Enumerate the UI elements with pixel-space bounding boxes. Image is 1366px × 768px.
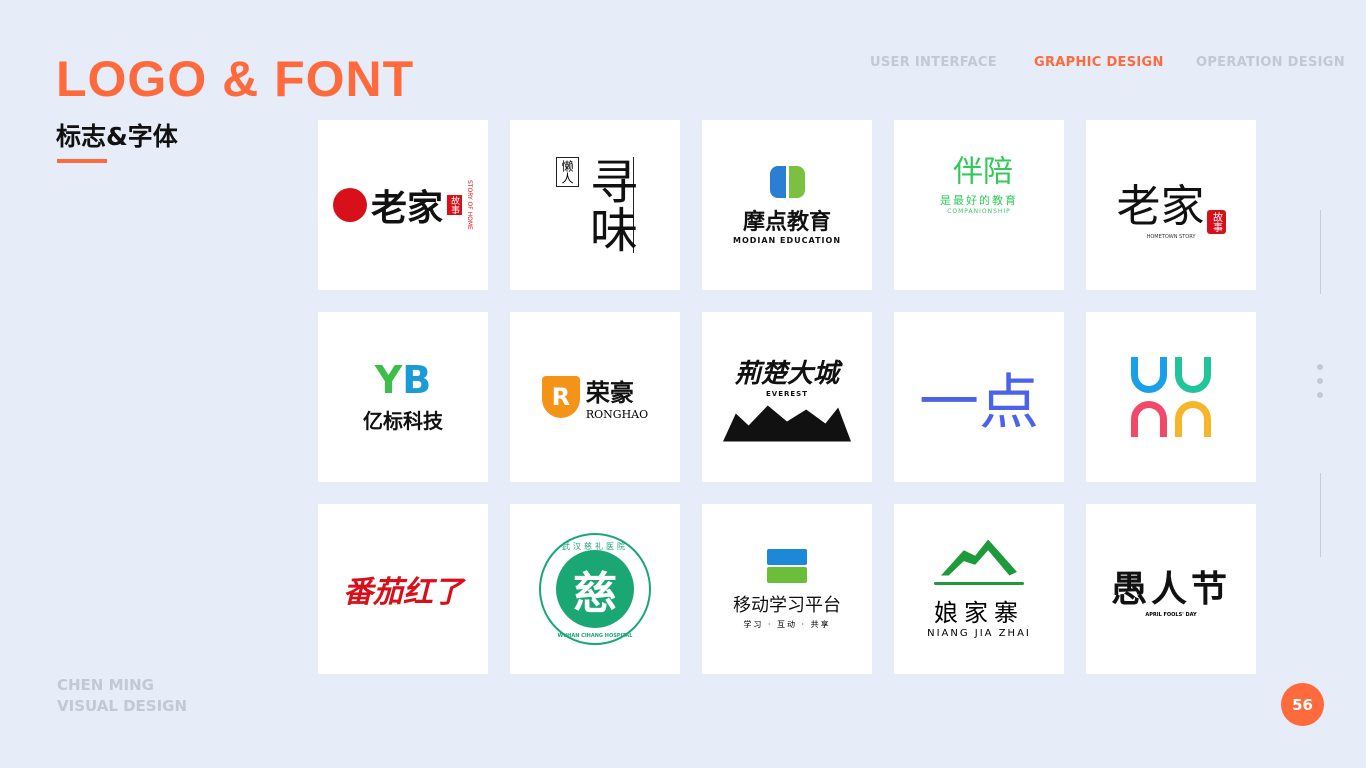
skyline-illustration: [723, 405, 851, 442]
logo-card-mobile-learning: 移动学习平台 学习 · 互动 · 共享: [702, 504, 872, 674]
logo-card-april-fools: 愚人节 APRIL FOOLS' DAY: [1086, 504, 1256, 674]
pager-dot[interactable]: [1317, 378, 1323, 384]
logo-card-jingchu: 荊楚大城 EVEREST: [702, 312, 872, 482]
logo-card-colorful: [1086, 312, 1256, 482]
title-underline: [57, 159, 107, 163]
logo-card-modian: 摩点教育 MODIAN EDUCATION: [702, 120, 872, 290]
water-wave: [934, 581, 1024, 585]
logo-card-niangjiazhai: 娘家寨 NIANG JIA ZHAI: [894, 504, 1064, 674]
nav-user-interface[interactable]: USER INTERFACE: [870, 55, 997, 70]
pager-dot[interactable]: [1317, 364, 1323, 370]
divider-bottom: [1320, 473, 1321, 557]
logo-card-companionship: 陪伴 是最好的教育 COMPANIONSHIP: [894, 120, 1064, 290]
logo-card-cihang-hospital: 武汉慈礼医院 慈 WUHAN CIHANG HOSPITAL: [510, 504, 680, 674]
page-number-badge: 56: [1281, 683, 1324, 726]
logo-card-yibiao: YB 亿标科技: [318, 312, 488, 482]
nav-operation-design[interactable]: OPERATION DESIGN: [1196, 55, 1345, 70]
logo-card-laojia-story: 老家 故事 STORY OF HOME: [318, 120, 488, 290]
modian-icon: [769, 165, 805, 198]
logo-card-laojia-gushi: 老家 故事 HOMETOWN STORY: [1086, 120, 1256, 290]
yb-icon: YB: [374, 357, 432, 402]
nav-graphic-design[interactable]: GRAPHIC DESIGN: [1034, 55, 1164, 70]
shield-r-icon: R: [541, 376, 580, 418]
red-sun-icon: [332, 188, 367, 222]
cube-s-icon: [767, 548, 807, 583]
logo-card-ronghao: R 荣豪 RONGHAO: [510, 312, 680, 482]
footer-name: CHEN MING: [57, 676, 154, 694]
page-title: LOGO & FONT: [56, 51, 415, 107]
logo-card-xunwei: 懒人 寻味: [510, 120, 680, 290]
pager-dot[interactable]: [1317, 392, 1323, 398]
footer-role: VISUAL DESIGN: [57, 697, 188, 715]
logo-card-fanqie: 番茄红了: [318, 504, 488, 674]
divider-top: [1320, 210, 1321, 294]
mountain-icon: [941, 539, 1017, 576]
footer-credit: CHEN MING VISUAL DESIGN: [57, 675, 187, 717]
page-subtitle: 标志&字体: [56, 122, 178, 151]
logo-card-yidian: 一点: [894, 312, 1064, 482]
colorful-mark-icon: [1131, 357, 1211, 437]
